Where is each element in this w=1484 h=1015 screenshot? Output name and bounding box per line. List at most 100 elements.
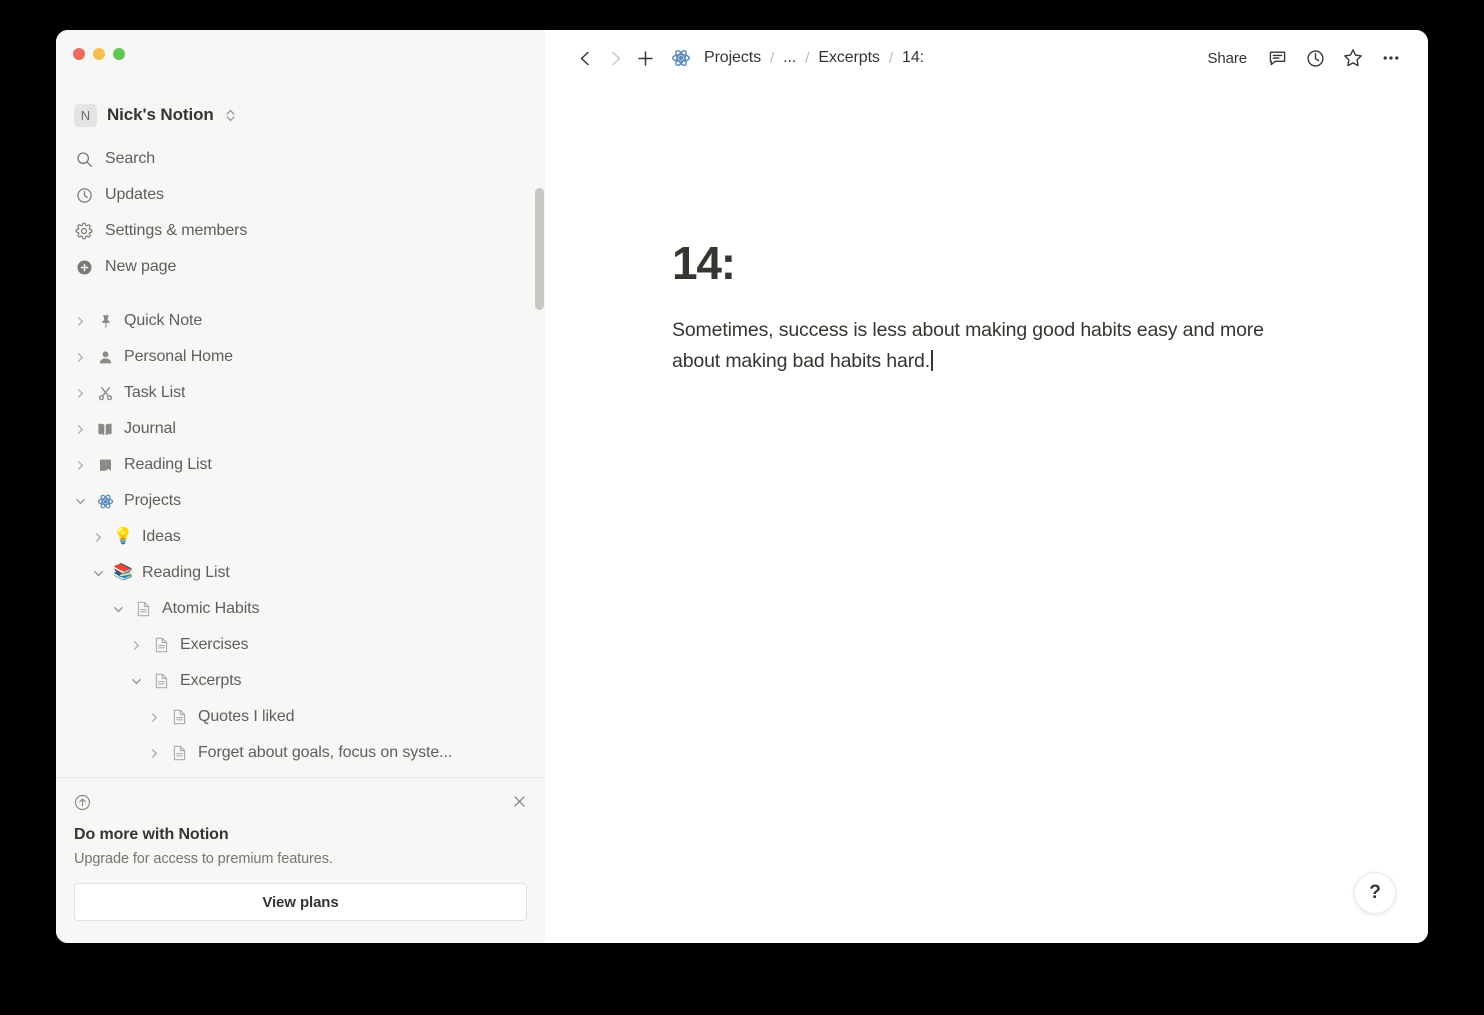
text-caret — [931, 350, 933, 371]
topbar: Projects / ... / Excerpts / 14: Share — [545, 30, 1428, 86]
page-body: 14: Sometimes, success is less about mak… — [545, 86, 1428, 943]
sidebar-item-label: Exercises — [180, 636, 248, 654]
sidebar-item-quotes-i-liked[interactable]: Quotes I liked — [56, 699, 545, 735]
close-window-button[interactable] — [73, 48, 85, 60]
sidebar-item-label: New page — [105, 258, 176, 276]
forward-button[interactable] — [600, 43, 630, 73]
comment-icon[interactable] — [1260, 42, 1294, 74]
sidebar-item-label: Updates — [105, 186, 164, 204]
sidebar-item-label: Projects — [124, 492, 181, 510]
sidebar-scrollbar-thumb[interactable] — [535, 188, 544, 310]
page-paragraph[interactable]: Sometimes, success is less about making … — [672, 315, 1274, 378]
window-traffic-lights — [56, 30, 545, 78]
sidebar-item-personal-home[interactable]: Personal Home — [56, 339, 545, 375]
view-plans-button[interactable]: View plans — [74, 883, 527, 921]
sidebar-item-label: Reading List — [142, 564, 230, 582]
sidebar-scrollbar[interactable] — [535, 78, 545, 777]
workspace-name: Nick's Notion — [107, 105, 214, 125]
sidebar-item-label: Task List — [124, 384, 185, 402]
sidebar-item-label: Settings & members — [105, 222, 247, 240]
arrow-up-circle-icon — [74, 794, 91, 816]
sidebar-item-ideas[interactable]: 💡 Ideas — [56, 519, 545, 555]
chevron-right-icon[interactable] — [70, 419, 90, 439]
sidebar-item-journal[interactable]: Journal — [56, 411, 545, 447]
chevron-right-icon[interactable] — [144, 743, 164, 763]
history-clock-icon[interactable] — [1298, 42, 1332, 74]
person-icon — [94, 346, 116, 368]
sidebar-item-updates[interactable]: Updates — [56, 177, 545, 213]
sidebar-item-excerpts[interactable]: Excerpts — [56, 663, 545, 699]
help-button[interactable]: ? — [1354, 872, 1396, 914]
chevron-right-icon[interactable] — [70, 383, 90, 403]
atom-icon — [668, 45, 694, 71]
back-button[interactable] — [570, 43, 600, 73]
sidebar-item-label: Forget about goals, focus on syste... — [198, 744, 452, 762]
sidebar-item-label: Quick Note — [124, 312, 202, 330]
sidebar-item-forget-about-goals[interactable]: Forget about goals, focus on syste... — [56, 735, 545, 771]
chevron-right-icon[interactable] — [88, 527, 108, 547]
chevron-right-icon[interactable] — [70, 311, 90, 331]
chevron-down-icon[interactable] — [126, 671, 146, 691]
sidebar-item-label: Atomic Habits — [162, 600, 259, 618]
sidebar-item-task-list[interactable]: Task List — [56, 375, 545, 411]
chevron-right-icon[interactable] — [126, 635, 146, 655]
sidebar-item-label: Ideas — [142, 528, 181, 546]
sidebar-item-label: Journal — [124, 420, 176, 438]
chevron-right-icon[interactable] — [144, 707, 164, 727]
upgrade-subtitle: Upgrade for access to premium features. — [74, 851, 527, 867]
upgrade-title: Do more with Notion — [74, 826, 527, 844]
more-options-icon[interactable] — [1374, 42, 1408, 74]
chevron-right-icon[interactable] — [70, 455, 90, 475]
sidebar-item-label: Search — [105, 150, 155, 168]
sidebar-item-new-page[interactable]: New page — [56, 249, 545, 285]
sidebar-item-settings[interactable]: Settings & members — [56, 213, 545, 249]
scissors-icon — [94, 382, 116, 404]
breadcrumb-separator: / — [884, 50, 898, 67]
atom-icon — [94, 490, 116, 512]
sidebar-scroll-area: N Nick's Notion — [56, 78, 545, 777]
new-page-button[interactable] — [630, 43, 660, 73]
maximize-window-button[interactable] — [113, 48, 125, 60]
paragraph-text: Sometimes, success is less about making … — [672, 319, 1264, 373]
sidebar-item-projects[interactable]: Projects — [56, 483, 545, 519]
chevron-updown-icon — [224, 108, 237, 123]
books-emoji: 📚 — [112, 562, 134, 584]
breadcrumb-item-excerpts[interactable]: Excerpts — [814, 47, 883, 69]
page-icon — [150, 670, 172, 692]
upgrade-panel: Do more with Notion Upgrade for access t… — [56, 777, 545, 943]
sidebar-page-tree: Quick Note Personal Home — [56, 303, 545, 771]
content-area: Projects / ... / Excerpts / 14: Share — [545, 30, 1428, 943]
sidebar-item-label: Quotes I liked — [198, 708, 294, 726]
page-icon — [168, 742, 190, 764]
sidebar-item-reading-list[interactable]: Reading List — [56, 447, 545, 483]
clock-icon — [74, 185, 94, 205]
plus-circle-icon — [74, 257, 94, 277]
sidebar-item-atomic-habits[interactable]: Atomic Habits — [56, 591, 545, 627]
upgrade-panel-header — [74, 794, 527, 816]
workspace-switcher[interactable]: N Nick's Notion — [56, 98, 545, 132]
favorite-star-icon[interactable] — [1336, 42, 1370, 74]
sidebar-item-label: Personal Home — [124, 348, 233, 366]
chevron-down-icon[interactable] — [108, 599, 128, 619]
notion-app-window: N Nick's Notion — [56, 30, 1428, 943]
sidebar-item-search[interactable]: Search — [56, 141, 545, 177]
sidebar-item-reading-list-nested[interactable]: 📚 Reading List — [56, 555, 545, 591]
breadcrumb-item-projects[interactable]: Projects — [700, 47, 765, 69]
sidebar-item-exercises[interactable]: Exercises — [56, 627, 545, 663]
sidebar-item-quick-note[interactable]: Quick Note — [56, 303, 545, 339]
breadcrumb-separator: / — [800, 50, 814, 67]
share-button[interactable]: Share — [1198, 45, 1256, 72]
minimize-window-button[interactable] — [93, 48, 105, 60]
chevron-down-icon[interactable] — [88, 563, 108, 583]
close-icon[interactable] — [512, 794, 527, 814]
page-title[interactable]: 14: — [672, 238, 1428, 289]
page-paragraph-block[interactable]: Sometimes, success is less about making … — [672, 315, 1428, 378]
search-icon — [74, 149, 94, 169]
page-icon — [132, 598, 154, 620]
page-icon — [168, 706, 190, 728]
lightbulb-emoji: 💡 — [112, 526, 134, 548]
breadcrumb-item-ellipsis[interactable]: ... — [779, 47, 800, 69]
breadcrumb-item-current[interactable]: 14: — [898, 47, 928, 69]
chevron-down-icon[interactable] — [70, 491, 90, 511]
chevron-right-icon[interactable] — [70, 347, 90, 367]
